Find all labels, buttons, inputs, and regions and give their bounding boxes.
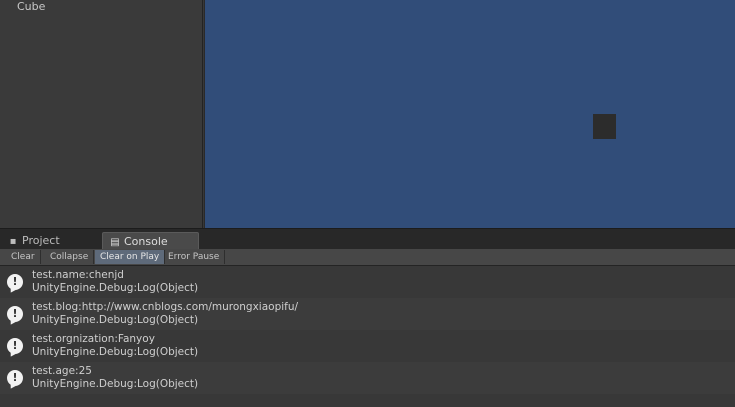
collapse-toggle[interactable]: Collapse bbox=[45, 250, 95, 264]
bottom-tab-bar: ▪ Project ▤ Console bbox=[0, 228, 735, 250]
log-message: test.orgnization:Fanyoy bbox=[32, 333, 155, 345]
log-source: UnityEngine.Debug:Log(Object) bbox=[32, 314, 199, 326]
console-toolbar: Clear Collapse Clear on Play Error Pause bbox=[0, 249, 735, 266]
tab-project[interactable]: ▪ Project bbox=[4, 232, 100, 250]
hierarchy-item-cube[interactable]: Cube bbox=[17, 0, 45, 14]
log-source: UnityEngine.Debug:Log(Object) bbox=[32, 282, 199, 294]
log-message: test.name:chenjd bbox=[32, 269, 124, 281]
log-entry[interactable]: ! test.blog:http://www.cnblogs.com/muron… bbox=[0, 298, 735, 330]
error-pause-toggle[interactable]: Error Pause bbox=[163, 250, 226, 264]
log-source: UnityEngine.Debug:Log(Object) bbox=[32, 346, 199, 358]
info-speech-bubble-icon: ! bbox=[7, 274, 23, 290]
log-entry[interactable]: ! test.name:chenjd UnityEngine.Debug:Log… bbox=[0, 266, 735, 298]
log-message: test.age:25 bbox=[32, 365, 92, 377]
cube-object[interactable] bbox=[593, 114, 616, 139]
hierarchy-panel: Cube bbox=[0, 0, 203, 228]
log-entry[interactable]: ! test.orgnization:Fanyoy UnityEngine.De… bbox=[0, 330, 735, 362]
console-log-list[interactable]: ! test.name:chenjd UnityEngine.Debug:Log… bbox=[0, 266, 735, 407]
info-speech-bubble-icon: ! bbox=[7, 338, 23, 354]
tab-console-label: Console bbox=[124, 235, 168, 248]
log-entry[interactable]: ! test.age:25 UnityEngine.Debug:Log(Obje… bbox=[0, 362, 735, 394]
info-speech-bubble-icon: ! bbox=[7, 306, 23, 322]
tab-console[interactable]: ▤ Console bbox=[102, 232, 199, 250]
info-speech-bubble-icon: ! bbox=[7, 370, 23, 386]
log-source: UnityEngine.Debug:Log(Object) bbox=[32, 378, 199, 390]
tab-project-label: Project bbox=[22, 234, 60, 247]
log-message: test.blog:http://www.cnblogs.com/murongx… bbox=[32, 301, 299, 313]
scene-view[interactable] bbox=[204, 0, 735, 228]
clear-button[interactable]: Clear bbox=[6, 250, 41, 264]
clear-on-play-toggle[interactable]: Clear on Play bbox=[95, 250, 166, 264]
